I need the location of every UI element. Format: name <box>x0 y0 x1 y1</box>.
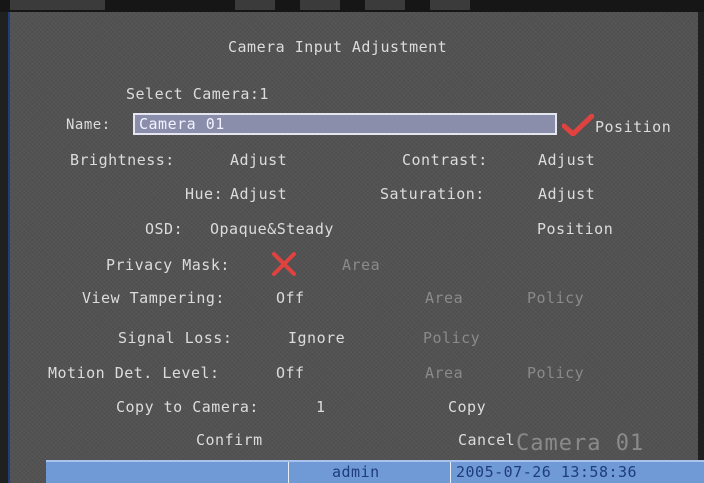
status-divider <box>450 462 451 483</box>
top-block <box>430 0 470 10</box>
signal-loss-label: Signal Loss: <box>118 329 233 347</box>
copy-to-camera-label: Copy to Camera: <box>116 398 259 416</box>
osd-label: OSD: <box>145 220 184 238</box>
dialog-frame <box>8 12 698 483</box>
cancel-button[interactable]: Cancel <box>458 431 515 449</box>
confirm-button[interactable]: Confirm <box>196 431 263 449</box>
top-block <box>300 0 340 10</box>
signal-loss-select[interactable]: Ignore <box>288 329 345 347</box>
x-icon[interactable] <box>270 251 298 277</box>
contrast-adjust-button[interactable]: Adjust <box>538 151 595 169</box>
view-tampering-select[interactable]: Off <box>276 289 305 307</box>
hue-label: Hue: <box>185 185 224 203</box>
motion-policy-button[interactable]: Policy <box>527 364 584 382</box>
signal-loss-policy-button[interactable]: Policy <box>423 329 480 347</box>
contrast-label: Contrast: <box>402 151 488 169</box>
motion-area-button[interactable]: Area <box>425 364 463 382</box>
top-block <box>235 0 275 10</box>
saturation-label: Saturation: <box>380 185 485 203</box>
brightness-label: Brightness: <box>70 151 175 169</box>
top-block <box>10 0 105 10</box>
status-bar: admin 2005-07-26 13:58:36 <box>46 460 704 483</box>
view-tampering-area-button[interactable]: Area <box>425 289 463 307</box>
motion-det-select[interactable]: Off <box>276 364 305 382</box>
saturation-adjust-button[interactable]: Adjust <box>538 185 595 203</box>
select-camera-label[interactable]: Select Camera:1 <box>126 85 269 103</box>
view-tampering-label: View Tampering: <box>82 289 225 307</box>
top-block <box>365 0 405 10</box>
motion-det-label: Motion Det. Level: <box>48 364 220 382</box>
privacy-area-button[interactable]: Area <box>342 256 380 274</box>
osd-mode-select[interactable]: Opaque&Steady <box>210 220 334 238</box>
dialog-title: Camera Input Adjustment <box>228 38 448 56</box>
hue-adjust-button[interactable]: Adjust <box>230 185 287 203</box>
status-datetime: 2005-07-26 13:58:36 <box>456 463 638 481</box>
copy-button[interactable]: Copy <box>448 398 486 416</box>
name-label: Name: <box>66 117 111 133</box>
camera-name-overlay: Camera 01 <box>516 431 645 456</box>
osd-position-button[interactable]: Position <box>537 220 613 238</box>
brightness-adjust-button[interactable]: Adjust <box>230 151 287 169</box>
privacy-mask-label: Privacy Mask: <box>106 256 230 274</box>
view-tampering-policy-button[interactable]: Policy <box>527 289 584 307</box>
status-divider <box>288 462 289 483</box>
copy-to-camera-select[interactable]: 1 <box>316 398 326 416</box>
top-band <box>0 0 704 12</box>
camera-name-input[interactable]: Camera 01 <box>133 113 557 135</box>
name-position-button[interactable]: Position <box>595 118 671 136</box>
status-user: admin <box>332 463 380 481</box>
check-icon[interactable] <box>562 114 594 136</box>
